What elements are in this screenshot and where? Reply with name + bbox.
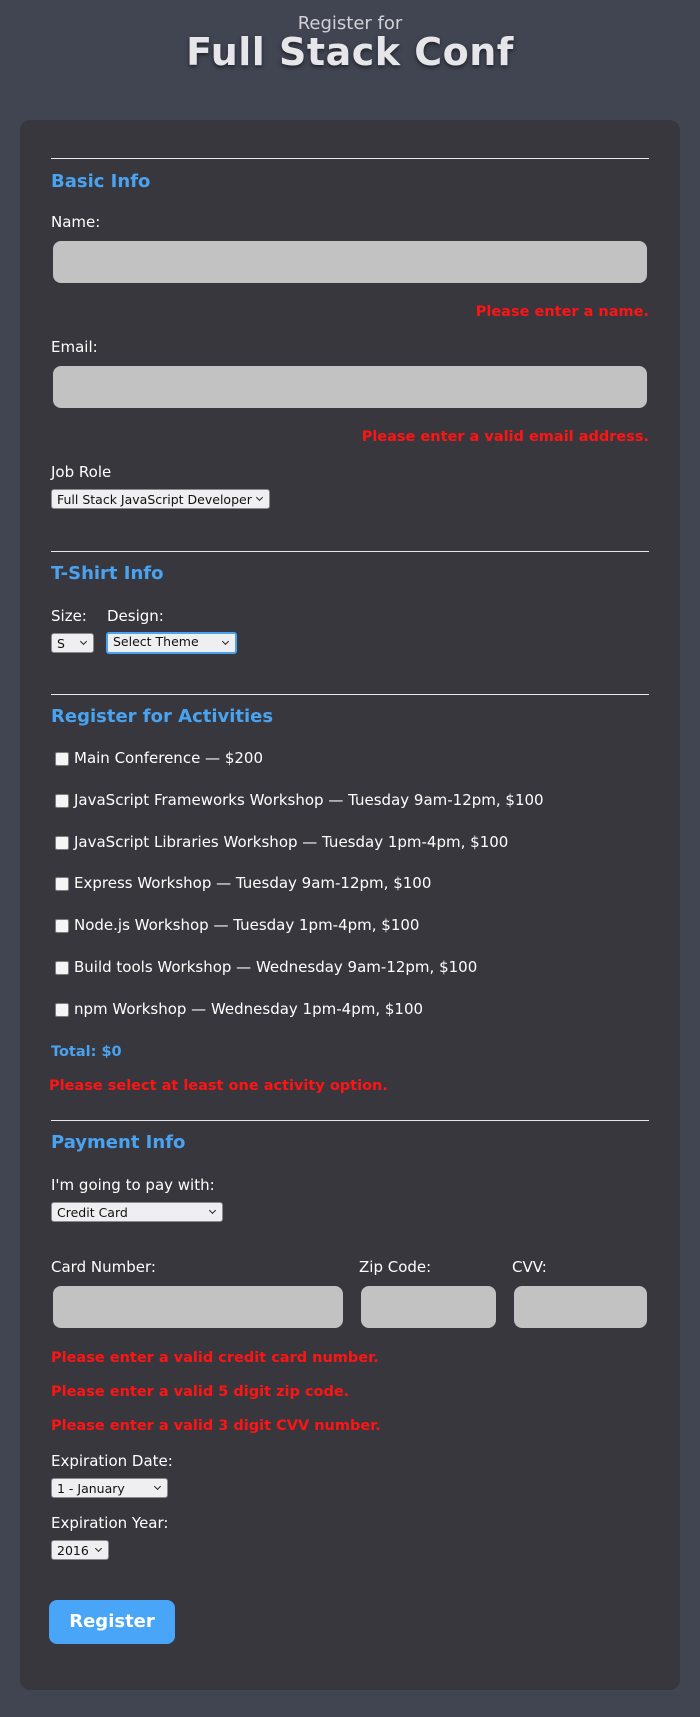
zip-code-error: Please enter a valid 5 digit zip code. (51, 1384, 350, 1400)
section-divider (51, 694, 649, 695)
design-select[interactable]: Select Theme (106, 632, 237, 654)
name-error: Please enter a name. (475, 304, 649, 320)
activity-label: JavaScript Libraries Workshop — Tuesday … (74, 833, 509, 851)
zip-code-input[interactable] (361, 1286, 496, 1328)
activity-checkbox[interactable] (55, 752, 69, 766)
activity-label: JavaScript Frameworks Workshop — Tuesday… (74, 791, 544, 809)
zip-code-label: Zip Code: (359, 1258, 432, 1276)
activities-title: Register for Activities (51, 706, 274, 727)
card-number-label: Card Number: (51, 1258, 156, 1276)
activities-total: Total: $0 (51, 1044, 122, 1060)
exp-month-select[interactable]: 1 - January (51, 1478, 168, 1498)
activity-checkbox[interactable] (55, 877, 69, 891)
section-divider (51, 551, 649, 552)
name-input[interactable] (53, 241, 647, 283)
card-number-input[interactable] (53, 1286, 343, 1328)
section-divider (51, 158, 649, 159)
job-role-select[interactable]: Full Stack JavaScript Developer (51, 489, 270, 509)
size-select[interactable]: S (51, 633, 94, 653)
exp-year-label: Expiration Year: (51, 1514, 169, 1532)
registration-form: Basic Info Name: Please enter a name. Em… (20, 120, 680, 1690)
activity-label: Express Workshop — Tuesday 9am-12pm, $10… (74, 874, 432, 892)
activity-label: Main Conference — $200 (74, 749, 264, 767)
basic-info-title: Basic Info (51, 171, 151, 192)
section-divider (51, 1120, 649, 1121)
activity-checkbox[interactable] (55, 836, 69, 850)
email-error: Please enter a valid email address. (361, 429, 649, 445)
activity-checkbox[interactable] (55, 961, 69, 975)
activity-checkbox[interactable] (55, 1003, 69, 1017)
cvv-input[interactable] (514, 1286, 647, 1328)
card-number-error: Please enter a valid credit card number. (51, 1350, 379, 1366)
cvv-label: CVV: (512, 1258, 547, 1276)
activities-error: Please select at least one activity opti… (49, 1078, 388, 1094)
name-label: Name: (51, 213, 101, 231)
design-label: Design: (107, 607, 164, 625)
email-input[interactable] (53, 366, 647, 408)
job-role-label: Job Role (51, 463, 112, 481)
page-header: Register for Full Stack Conf (0, 0, 700, 110)
activity-label: Node.js Workshop — Tuesday 1pm-4pm, $100 (74, 916, 420, 934)
activity-checkbox[interactable] (55, 919, 69, 933)
page-title: Full Stack Conf (186, 30, 514, 74)
register-button[interactable]: Register (49, 1600, 175, 1644)
activity-checkbox[interactable] (55, 794, 69, 808)
tshirt-info-title: T-Shirt Info (51, 563, 164, 584)
payment-info-title: Payment Info (51, 1132, 186, 1153)
pay-with-label: I'm going to pay with: (51, 1176, 215, 1194)
size-label: Size: (51, 607, 87, 625)
email-label: Email: (51, 338, 98, 356)
cvv-error: Please enter a valid 3 digit CVV number. (51, 1418, 381, 1434)
payment-method-select[interactable]: Credit Card (51, 1202, 223, 1222)
activity-label: npm Workshop — Wednesday 1pm-4pm, $100 (74, 1000, 424, 1018)
exp-date-label: Expiration Date: (51, 1452, 173, 1470)
exp-year-select[interactable]: 2016 (51, 1540, 109, 1560)
activity-label: Build tools Workshop — Wednesday 9am-12p… (74, 958, 478, 976)
